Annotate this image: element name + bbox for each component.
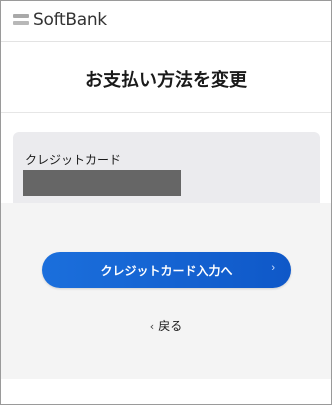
enter-credit-card-button[interactable]: クレジットカード入力へ › <box>42 252 291 288</box>
page-title: お支払い方法を変更 <box>85 70 247 91</box>
page-frame: SoftBank お支払い方法を変更 クレジットカード クレジットカード入力へ … <box>0 0 332 405</box>
action-area: クレジットカード入力へ › ‹ 戻る <box>1 203 331 379</box>
back-label: 戻る <box>158 319 183 333</box>
title-area: お支払い方法を変更 <box>1 42 331 113</box>
masked-card-number <box>23 170 181 196</box>
enter-credit-card-label: クレジットカード入力へ <box>100 264 233 278</box>
header: SoftBank <box>1 1 331 42</box>
chevron-right-icon: › <box>271 262 275 274</box>
footer-strip <box>1 379 331 404</box>
softbank-logo-icon <box>13 14 29 26</box>
payment-section: クレジットカード <box>1 113 331 210</box>
chevron-left-icon: ‹ <box>149 320 155 333</box>
back-link[interactable]: ‹ 戻る <box>1 317 331 334</box>
payment-method-card: クレジットカード <box>13 132 320 210</box>
payment-method-label: クレジットカード <box>25 153 122 167</box>
brand-name: SoftBank <box>33 10 107 30</box>
